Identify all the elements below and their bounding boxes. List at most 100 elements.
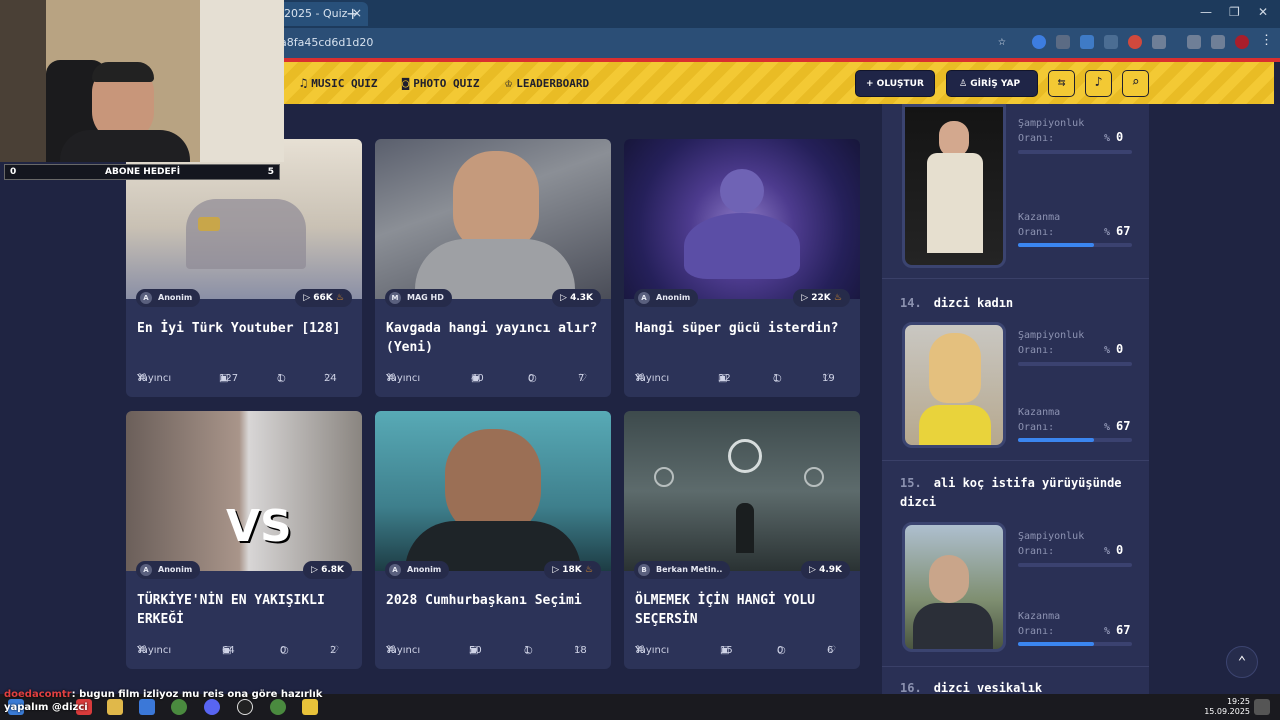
extension-icon[interactable] <box>1104 35 1118 49</box>
avatar: B <box>638 564 650 576</box>
restore-icon[interactable]: ❐ <box>1229 5 1240 19</box>
play-count-badge: ▷ 22K ♨ <box>793 289 850 307</box>
notification-icon[interactable] <box>1254 699 1270 715</box>
win-rate-value: % 67 <box>1104 623 1131 637</box>
minimize-icon[interactable]: — <box>1200 5 1212 19</box>
avatar: A <box>140 292 152 304</box>
quiz-title[interactable]: En İyi Türk Youtuber [128] <box>137 319 353 338</box>
quiz-card[interactable]: B Berkan Metin.. ▷ 4.9K ÖLMEMEK İÇİN HAN… <box>624 411 860 669</box>
avatar: A <box>389 564 401 576</box>
play-count-badge: ▷ 18K ♨ <box>544 561 601 579</box>
music-icon: ♫ <box>300 76 308 90</box>
download-icon[interactable] <box>1187 35 1201 49</box>
extension-icon[interactable] <box>1056 35 1070 49</box>
nav-music-quiz[interactable]: ♫ MUSIC QUIZ <box>300 76 377 90</box>
author-badge[interactable]: A Anonim <box>385 561 450 579</box>
trophy-icon: ♔ <box>505 76 513 90</box>
contestant-photo[interactable] <box>902 522 1006 652</box>
quiz-title[interactable]: Kavgada hangi yayıncı alır? (Yeni) <box>386 319 602 357</box>
webcam-overlay <box>0 0 284 162</box>
profile-avatar[interactable] <box>1235 35 1249 49</box>
quiz-thumbnail <box>375 411 611 571</box>
champion-rate-bar <box>1018 150 1132 154</box>
subscriber-goal-label: ABONE HEDEFİ <box>105 167 181 177</box>
system-clock[interactable]: 19:25 15.09.2025 <box>1204 697 1250 717</box>
win-rate-bar <box>1018 243 1132 247</box>
win-rate-bar <box>1018 642 1132 646</box>
quiz-card[interactable]: VS A Anonim ▷ 6.8K TÜRKİYE'NİN EN YAKIŞI… <box>126 411 362 669</box>
extension-icon[interactable] <box>1128 35 1142 49</box>
subscriber-goal-current: 0 <box>10 167 17 177</box>
quiz-card[interactable]: M MAG HD ▷ 4.3K Kavgada hangi yayıncı al… <box>375 139 611 397</box>
divider <box>882 666 1149 667</box>
champion-rate-label: Şampiyonluk Oranı: <box>1018 531 1085 557</box>
win-rate-fill <box>1018 438 1095 442</box>
avatar: M <box>389 292 401 304</box>
stream-chat-overlay: doedacomtr: bugun film izliyoz mu reis o… <box>4 688 322 714</box>
quiz-title[interactable]: ÖLMEMEK İÇİN HANGİ YOLU SEÇERSİN <box>635 591 851 629</box>
win-rate-value: % 67 <box>1104 419 1131 433</box>
bookmark-star-icon[interactable]: ☆ <box>998 34 1012 49</box>
quiz-title[interactable]: Hangi süper gücü isterdin? <box>635 319 851 338</box>
author-badge[interactable]: A Anonim <box>136 561 201 579</box>
quiz-thumbnail <box>375 139 611 299</box>
create-button[interactable]: + OLUŞTUR <box>855 70 935 97</box>
login-button[interactable]: ♙ GİRİŞ YAP <box>946 70 1038 97</box>
search-icon[interactable]: ⌕ <box>1122 70 1149 97</box>
ranking-sidebar: Şampiyonluk Oranı: % 0 Kazanma Oranı: % 67 1… <box>882 104 1149 695</box>
win-rate-label: Kazanma Oranı: <box>1018 212 1061 238</box>
quiz-card[interactable]: A Anonim ▷ 22K ♨ Hangi süper gücü isterd… <box>624 139 860 397</box>
play-count-badge: ▷ 66K ♨ <box>295 289 352 307</box>
fire-icon: ♨ <box>833 293 842 303</box>
win-rate-bar <box>1018 438 1132 442</box>
avatar: A <box>638 292 650 304</box>
author-badge[interactable]: B Berkan Metin.. <box>634 561 731 579</box>
quiz-title[interactable]: TÜRKİYE'NİN EN YAKIŞIKLI ERKEĞİ <box>137 591 353 629</box>
play-count-badge: ▷ 6.8K <box>303 561 352 579</box>
nav-photo-quiz[interactable]: ◙ PHOTO QUIZ <box>402 76 479 90</box>
quiz-card[interactable]: A Anonim ▷ 18K ♨ 2028 Cumhurbaşkanı Seçi… <box>375 411 611 669</box>
author-badge[interactable]: M MAG HD <box>385 289 452 307</box>
extension-icon[interactable] <box>1080 35 1094 49</box>
bell-icon[interactable]: ♪ <box>1085 70 1112 97</box>
divider <box>882 278 1149 279</box>
close-window-icon[interactable]: ✕ <box>1258 5 1268 19</box>
extension-icon[interactable] <box>1032 35 1046 49</box>
fire-icon: ♨ <box>584 565 593 575</box>
win-rate-value: % 67 <box>1104 224 1131 238</box>
play-count-badge: ▷ 4.3K <box>552 289 601 307</box>
subscriber-goal-target: 5 <box>267 167 274 177</box>
champion-rate-value: % 0 <box>1104 543 1124 557</box>
author-badge[interactable]: A Anonim <box>136 289 201 307</box>
nav-leaderboard[interactable]: ♔ LEADERBOARD <box>505 76 589 90</box>
quiz-thumbnail <box>624 411 860 571</box>
url-field[interactable]: a8fa45cd6d1d20 <box>280 36 373 49</box>
translate-icon[interactable]: ⇆ <box>1048 70 1075 97</box>
quiz-thumbnail: VS <box>126 411 362 571</box>
author-badge[interactable]: A Anonim <box>634 289 699 307</box>
avatar: A <box>140 564 152 576</box>
win-rate-label: Kazanma Oranı: <box>1018 407 1061 433</box>
champion-rate-bar <box>1018 362 1132 366</box>
play-count-badge: ▷ 4.9K <box>801 561 850 579</box>
scroll-to-top-button[interactable]: ⌃ <box>1226 646 1258 678</box>
champion-rate-label: Şampiyonluk Oranı: <box>1018 118 1085 144</box>
menu-icon[interactable]: ⋮ <box>1260 33 1274 48</box>
new-tab-icon[interactable]: + <box>346 4 359 23</box>
contestant-name: 15. ali koç istifa yürüyüşünde dizci <box>900 476 1122 509</box>
quiz-title[interactable]: 2028 Cumhurbaşkanı Seçimi <box>386 591 602 610</box>
champion-rate-value: % 0 <box>1104 342 1124 356</box>
quiz-thumbnail <box>126 139 362 299</box>
browser-tab-title: 2025 - Quiz <box>284 7 348 20</box>
subscriber-goal-bar: 0 ABONE HEDEFİ 5 <box>4 164 280 180</box>
contestant-photo[interactable] <box>902 104 1006 268</box>
quiz-thumbnail <box>624 139 860 299</box>
win-rate-fill <box>1018 243 1095 247</box>
contestant-name: 14. dizci kadın <box>900 296 1014 310</box>
puzzle-icon[interactable] <box>1152 35 1166 49</box>
camera-icon: ◙ <box>402 76 410 90</box>
reading-list-icon[interactable] <box>1211 35 1225 49</box>
chevron-up-icon: ⌃ <box>1237 654 1247 670</box>
contestant-photo[interactable] <box>902 322 1006 448</box>
fire-icon: ♨ <box>335 293 344 303</box>
